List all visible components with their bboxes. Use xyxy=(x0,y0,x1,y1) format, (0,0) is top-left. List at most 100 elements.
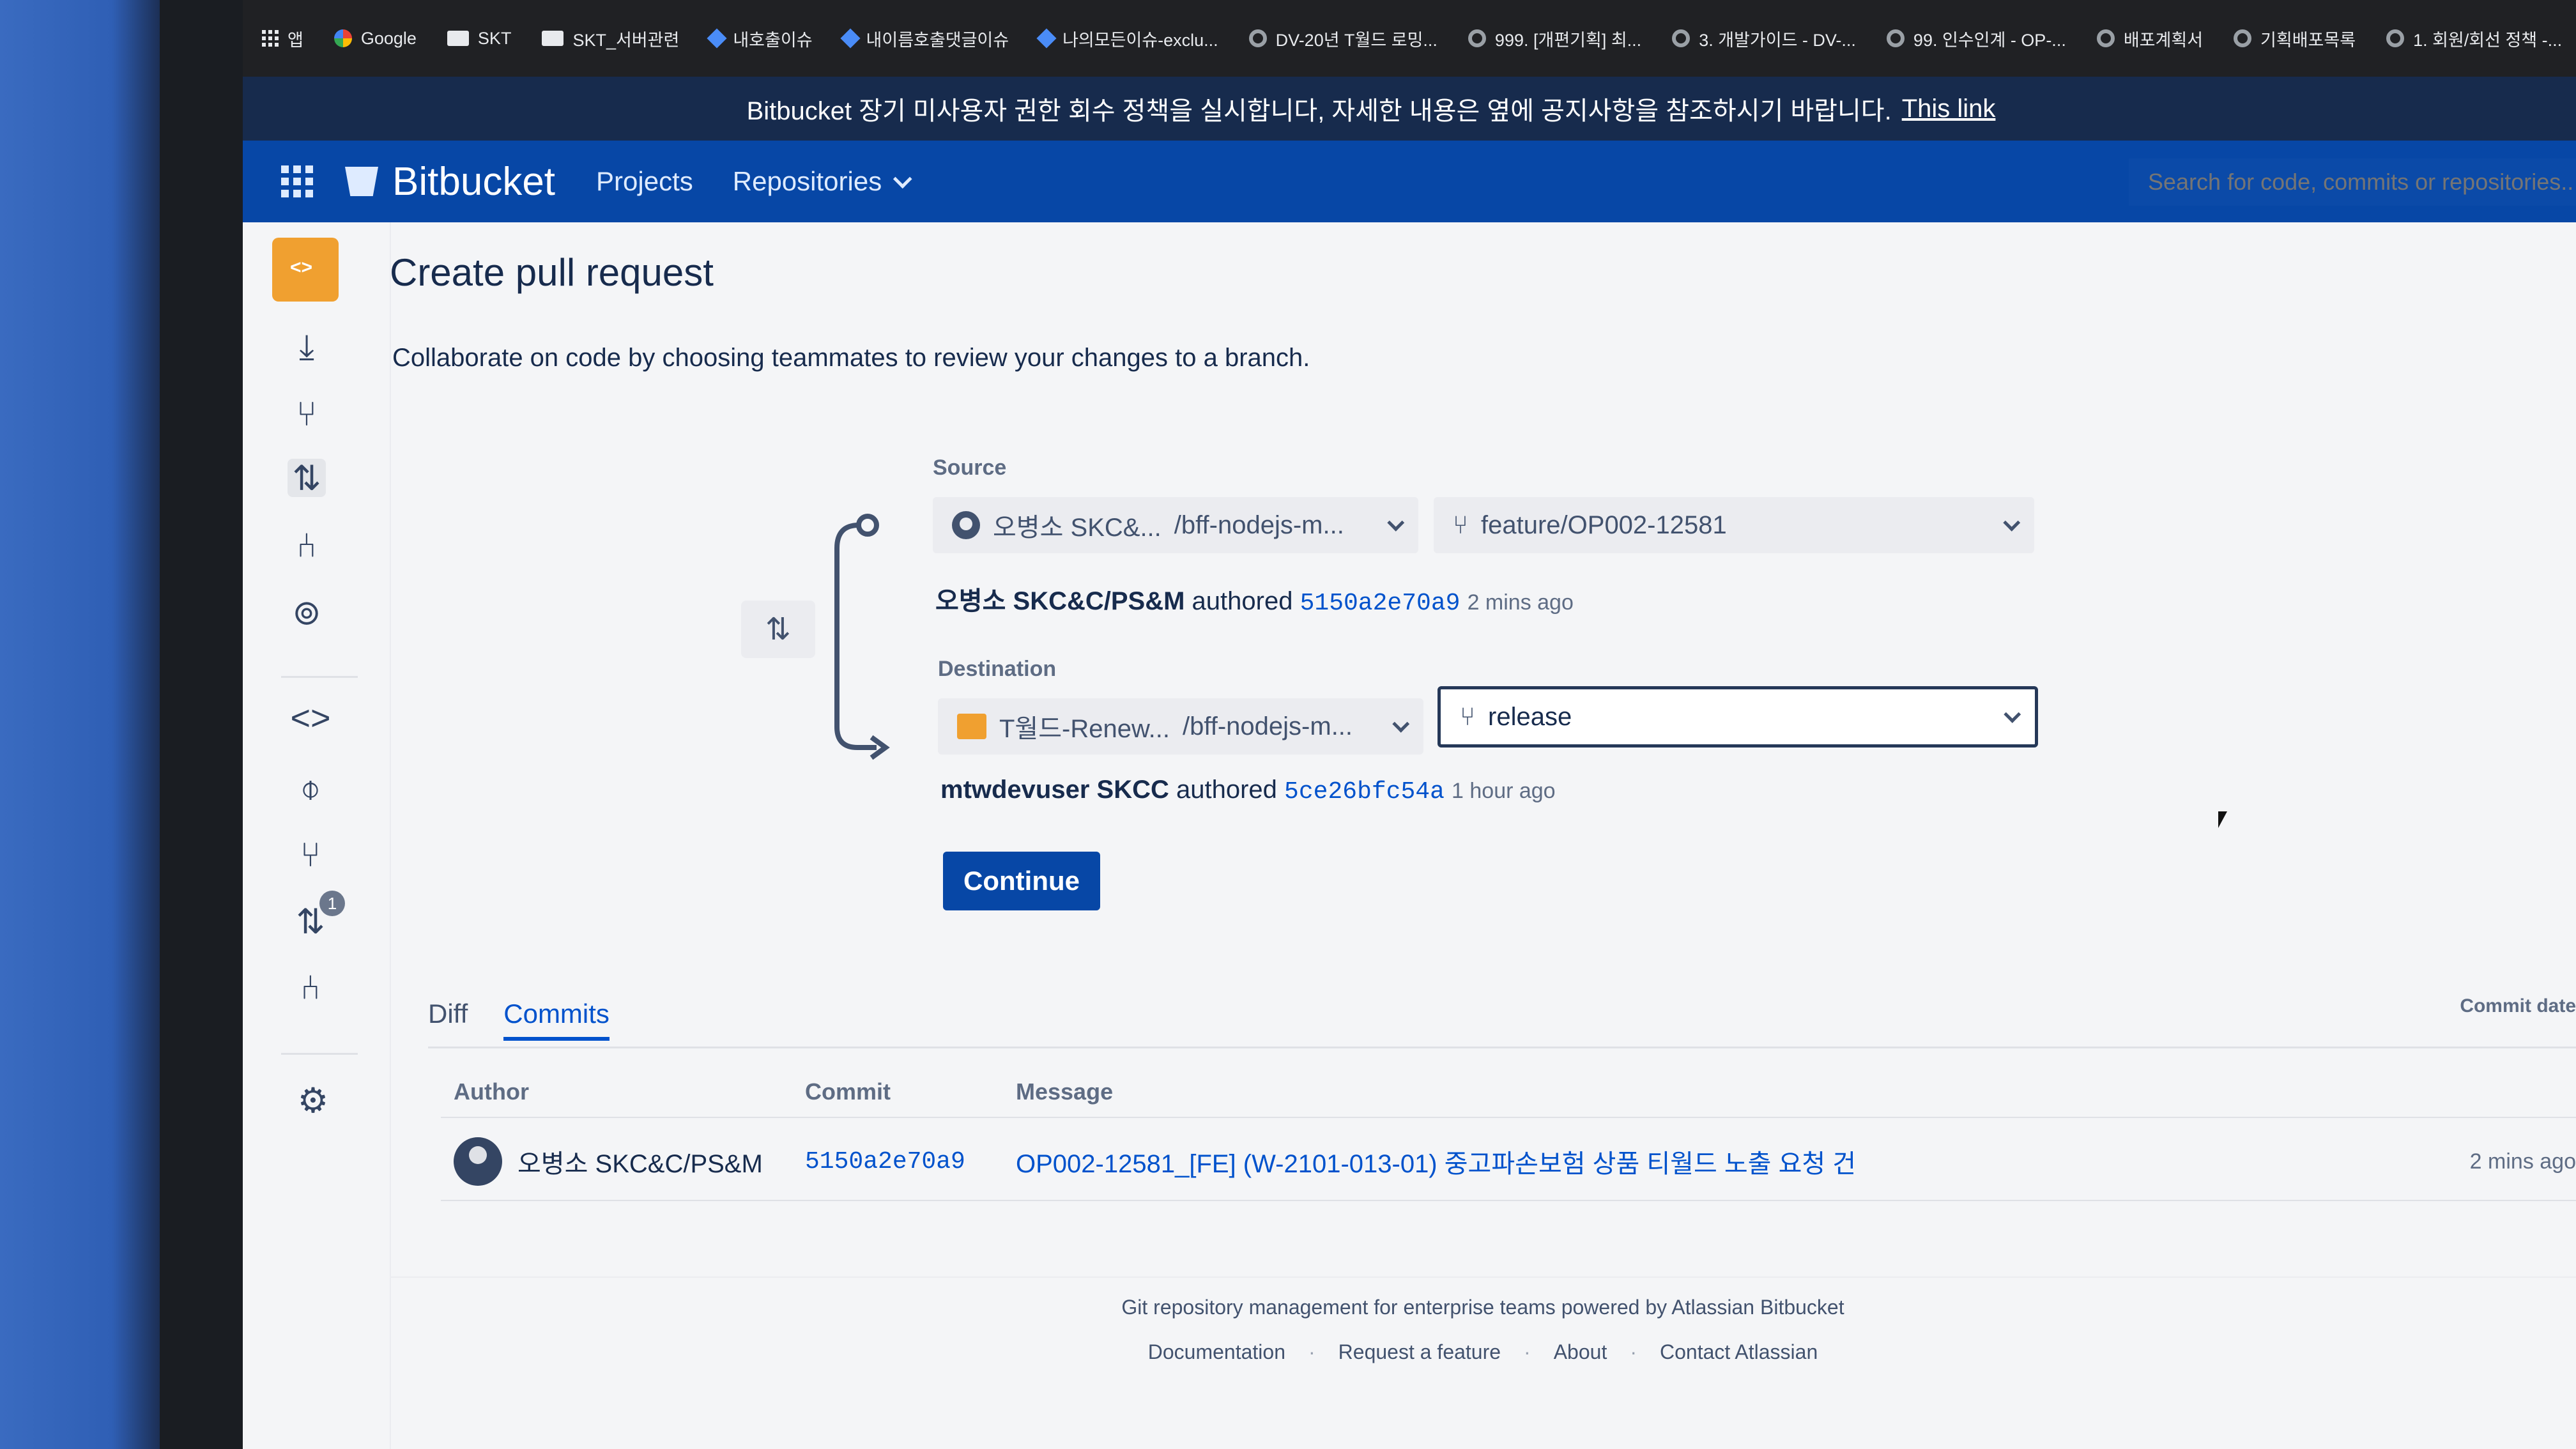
column-header-author: Author xyxy=(454,1078,529,1105)
footer-links: Documentation · Request a feature · Abou… xyxy=(390,1340,2576,1364)
bookmark-confluence-3[interactable]: 3. 개발가이드 - DV-... xyxy=(1672,26,1856,51)
column-header-commit-date: Commit date xyxy=(2460,995,2576,1016)
branches-icon[interactable]: ⑂ xyxy=(291,836,330,874)
authored-word: authored xyxy=(1176,776,1277,804)
footer-text: Git repository management for enterprise… xyxy=(1121,1296,1844,1319)
bookmarks-bar: 앱 Google SKT SKT_서버관련 내호출이슈 내이름호출댓글이슈 나의… xyxy=(243,0,2576,77)
forks-icon[interactable]: ⑃ xyxy=(291,969,330,1007)
swap-branches-button[interactable]: ⇅ xyxy=(741,601,815,658)
bookmark-confluence-2[interactable]: 999. [개편기획] 최... xyxy=(1468,26,1641,51)
branch-icon: ⑂ xyxy=(1460,702,1475,731)
app-switcher-icon[interactable] xyxy=(281,165,313,197)
bookmark-jira-2[interactable]: 내이름호출댓글이슈 xyxy=(839,26,1009,51)
folder-icon xyxy=(447,31,469,46)
destination-label: Destination xyxy=(938,657,1057,681)
source-commit-hash[interactable]: 5150a2e70a9 xyxy=(1300,590,1460,617)
bookmark-skt-server[interactable]: SKT_서버관련 xyxy=(542,26,679,51)
confluence-icon xyxy=(2386,29,2405,47)
bookmark-confluence-4[interactable]: 99. 인수인계 - OP-... xyxy=(1886,26,2066,51)
destination-branch-name: release xyxy=(1488,702,1572,731)
folder-icon xyxy=(542,31,564,46)
banner-link[interactable]: This link xyxy=(1902,95,1996,123)
main-content: Create pull request Collaborate on code … xyxy=(390,222,2576,1449)
tab-diff[interactable]: Diff xyxy=(428,999,468,1041)
bookmark-label: 1. 회원/회선 정책 -... xyxy=(2413,30,2563,50)
bookmark-label: 나의모든이슈-exclu... xyxy=(1062,30,1218,50)
repository-avatar[interactable] xyxy=(272,238,339,302)
repo-sidebar: ⤓ ⑂ ⇅ ⑃ ⊚ <> ⌽ ⑂ ⇅ 1 ⑃ ⚙ xyxy=(243,222,391,1449)
settings-gear-icon[interactable]: ⚙ xyxy=(294,1081,332,1120)
destination-commit-info: mtwdevuser SKCC authored 5ce26bfc54a 1 h… xyxy=(940,776,1556,806)
destination-commit-hash[interactable]: 5ce26bfc54a xyxy=(1284,778,1445,806)
footer-link-request-feature[interactable]: Request a feature xyxy=(1338,1340,1501,1364)
google-icon xyxy=(334,29,352,47)
chevron-down-icon xyxy=(1387,514,1405,532)
clone-icon[interactable]: ⤓ xyxy=(288,328,326,366)
footer-link-about[interactable]: About xyxy=(1554,1340,1607,1364)
source-commit-time: 2 mins ago xyxy=(1467,590,1574,615)
search-input[interactable] xyxy=(2129,158,2576,206)
page-title: Create pull request xyxy=(390,251,714,294)
row-commit-hash[interactable]: 5150a2e70a9 xyxy=(805,1148,1016,1176)
bookmark-label: 내이름호출댓글이슈 xyxy=(866,30,1009,50)
source-branch-name: feature/OP002-12581 xyxy=(1481,510,1727,539)
bookmark-label: 내호출이슈 xyxy=(733,30,813,50)
footer-link-documentation[interactable]: Documentation xyxy=(1148,1340,1285,1364)
bookmark-confluence-7[interactable]: 1. 회원/회선 정책 -... xyxy=(2386,26,2562,51)
bookmark-label: 999. [개편기획] 최... xyxy=(1494,30,1642,50)
mouse-cursor xyxy=(2218,811,2227,828)
source-icon[interactable]: <> xyxy=(290,699,330,737)
source-repo-name: 오병소 SKC&... xyxy=(993,514,1162,542)
confluence-icon xyxy=(1672,29,1690,47)
browser-screen: 앱 Google SKT SKT_서버관련 내호출이슈 내이름호출댓글이슈 나의… xyxy=(243,0,2576,1449)
bookmark-google[interactable]: Google xyxy=(334,29,417,49)
destination-repository-select[interactable]: T월드-Renew... /bff-nodejs-m... xyxy=(938,698,1423,755)
bookmark-label: 99. 인수인계 - OP-... xyxy=(1913,30,2066,50)
footer-separator: · xyxy=(1308,1340,1315,1363)
nav-repositories[interactable]: Repositories xyxy=(733,166,912,197)
user-avatar-icon xyxy=(454,1137,502,1186)
continue-button[interactable]: Continue xyxy=(943,852,1100,910)
confluence-icon xyxy=(2234,29,2252,47)
bookmark-confluence-5[interactable]: 배포계획서 xyxy=(2096,26,2203,51)
bookmark-confluence-1[interactable]: DV-20년 T월드 로밍... xyxy=(1248,26,1438,51)
brand-name: Bitbucket xyxy=(392,159,556,204)
branch-flow-connector xyxy=(834,514,890,760)
tab-commits[interactable]: Commits xyxy=(503,999,610,1041)
bookmark-jira-1[interactable]: 내호출이슈 xyxy=(707,26,813,51)
destination-author: mtwdevuser SKCC xyxy=(940,776,1169,804)
create-branch-icon[interactable]: ⑂ xyxy=(288,395,326,433)
destination-branch-select[interactable]: ⑂ release xyxy=(1438,686,2038,747)
table-row-divider xyxy=(441,1200,2576,1201)
confluence-icon xyxy=(1248,29,1267,47)
bookmark-label: DV-20년 T월드 로밍... xyxy=(1275,30,1438,50)
row-commit-message[interactable]: OP002-12581_[FE] (W-2101-013-01) 중고파손보험 … xyxy=(1016,1143,1856,1180)
authored-word: authored xyxy=(1192,587,1293,615)
bookmark-skt[interactable]: SKT xyxy=(447,29,511,49)
source-branch-select[interactable]: ⑂ feature/OP002-12581 xyxy=(1434,497,2034,553)
tabs-divider xyxy=(428,1046,2576,1048)
user-avatar-icon xyxy=(952,511,980,539)
jira-icon xyxy=(707,28,727,49)
bookmark-label: 앱 xyxy=(288,30,303,50)
commits-icon[interactable]: ⌽ xyxy=(291,769,330,808)
bookmark-jira-3[interactable]: 나의모든이슈-exclu... xyxy=(1036,26,1218,51)
page-description: Collaborate on code by choosing teammate… xyxy=(392,344,1310,372)
jira-icon xyxy=(839,28,861,49)
create-pull-request-icon[interactable]: ⇅ xyxy=(288,459,326,498)
chevron-down-icon xyxy=(2004,705,2021,723)
bitbucket-logo-icon xyxy=(345,167,378,196)
bitbucket-logo[interactable]: Bitbucket xyxy=(345,159,555,204)
monitor-bezel xyxy=(160,0,243,1449)
bookmark-label: 기획배포목록 xyxy=(2260,30,2356,50)
fork-icon[interactable]: ⑃ xyxy=(288,526,326,565)
compare-icon[interactable]: ⊚ xyxy=(288,593,326,632)
chevron-down-icon xyxy=(893,169,912,188)
source-author: 오병소 SKC&C/PS&M xyxy=(935,587,1185,615)
bookmark-apps[interactable]: 앱 xyxy=(262,26,303,51)
source-repository-select[interactable]: 오병소 SKC&... /bff-nodejs-m... xyxy=(933,497,1418,553)
footer-link-contact[interactable]: Contact Atlassian xyxy=(1660,1340,1818,1364)
bookmark-confluence-6[interactable]: 기획배포목록 xyxy=(2234,26,2356,51)
row-author: 오병소 SKC&C/PS&M xyxy=(518,1150,763,1178)
nav-projects[interactable]: Projects xyxy=(596,166,693,197)
